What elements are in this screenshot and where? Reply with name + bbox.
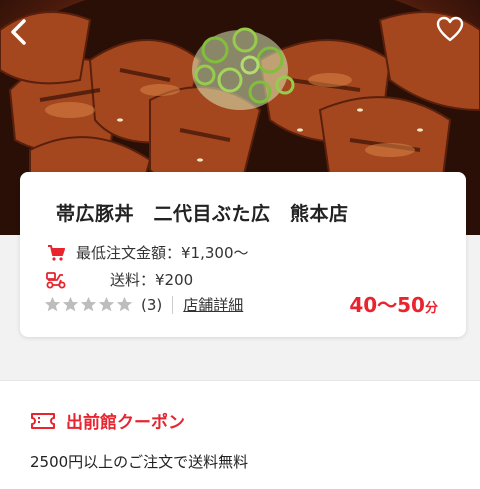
delivery-time: 40〜50分	[349, 289, 438, 318]
cart-icon	[44, 243, 68, 263]
minimum-order-label: 最低注文金額	[76, 244, 167, 262]
delivery-time-value: 40〜50	[349, 293, 425, 317]
back-button[interactable]	[8, 18, 40, 54]
star-icon	[98, 296, 115, 312]
coupon-ticket-icon	[30, 410, 58, 432]
coupon-section: 出前館クーポン 2500円以上のご注文で送料無料	[0, 380, 480, 489]
chevron-left-icon	[11, 19, 26, 45]
star-icon	[80, 296, 97, 312]
star-icon	[62, 296, 79, 312]
rating-count: (3)	[141, 295, 163, 314]
coupon-title-text: 出前館クーポン	[66, 413, 185, 433]
minimum-order-row: 最低注文金額 ：¥1,300〜	[44, 242, 249, 263]
store-name: 帯広豚丼 二代目ぶた広 熊本店	[56, 203, 349, 225]
favorite-button[interactable]	[436, 16, 470, 50]
rating-stars	[44, 296, 133, 313]
heart-outline-icon	[436, 16, 464, 42]
coupon-description: 2500円以上のご注文で送料無料	[30, 453, 249, 471]
coupon-title[interactable]: 出前館クーポン	[30, 408, 185, 433]
delivery-fee-row: 送料 ：¥200	[44, 269, 193, 290]
divider	[172, 295, 174, 314]
store-info-card: 帯広豚丼 二代目ぶた広 熊本店 最低注文金額 ：¥1,300〜 送料 ：¥200	[20, 172, 466, 337]
star-icon	[44, 296, 61, 312]
delivery-time-unit: 分	[424, 301, 438, 316]
delivery-fee-value: ：¥200	[140, 271, 194, 289]
store-details-link[interactable]: 店舗詳細	[183, 294, 243, 315]
scooter-icon	[44, 270, 68, 290]
star-icon	[116, 296, 133, 312]
rating-row: (3) 店舗詳細	[44, 294, 243, 315]
minimum-order-value: ：¥1,300〜	[166, 244, 249, 262]
delivery-fee-label: 送料	[109, 271, 140, 289]
